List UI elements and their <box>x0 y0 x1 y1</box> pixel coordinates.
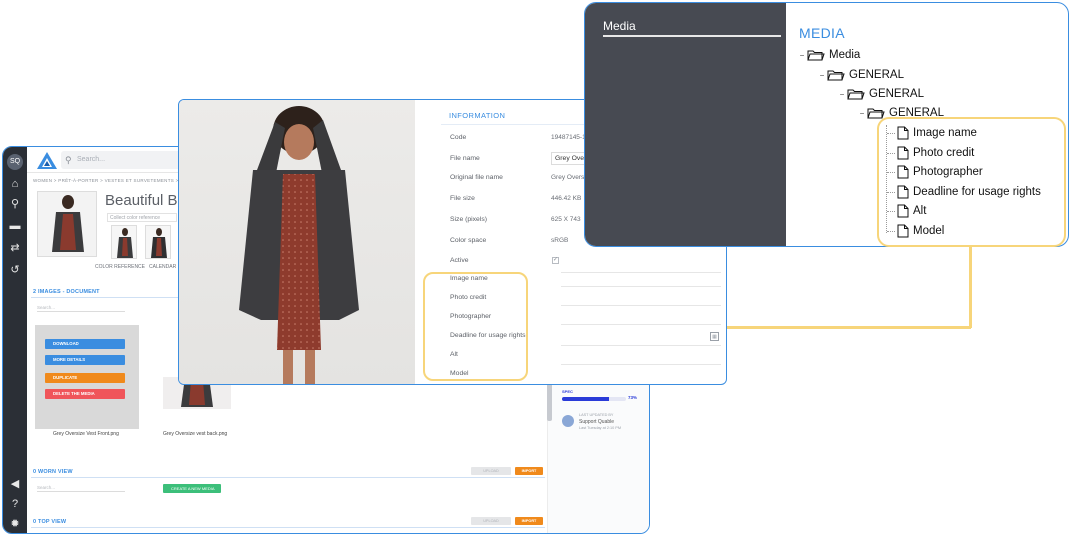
folder-open-icon <box>847 89 865 100</box>
images-search-input[interactable]: Search... <box>37 303 125 312</box>
information-section-title: INFORMATION <box>449 111 506 120</box>
spec-label: SPEC <box>562 389 573 394</box>
import-button[interactable]: IMPORT <box>515 467 543 475</box>
model-input[interactable] <box>561 364 721 365</box>
last-updated-label: LAST UPDATED BY <box>579 413 614 417</box>
search-icon[interactable]: ⚲ <box>8 197 22 211</box>
calendar-icon[interactable]: ▦ <box>710 332 719 341</box>
create-media-button[interactable]: CREATE A NEW MEDIA <box>163 484 221 493</box>
home-icon[interactable]: ⌂ <box>8 177 22 191</box>
image-caption-back: Grey Oversize vest back.png <box>163 431 228 437</box>
upload-button[interactable]: UPLOAD <box>471 467 511 475</box>
field-label-original-file-name: Original file name <box>450 174 503 181</box>
worn-view-search-input[interactable]: Search... <box>37 483 125 492</box>
media-preview-image[interactable] <box>179 100 415 384</box>
images-section-title[interactable]: 2 IMAGES - DOCUMENT <box>33 289 100 295</box>
collapse-icon[interactable]: − <box>857 109 867 118</box>
upload-button[interactable]: UPLOAD <box>471 517 511 525</box>
collapse-icon[interactable]: − <box>797 51 807 60</box>
image-caption-front: Grey Oversize Vest Front.png <box>53 431 119 437</box>
collapse-icon[interactable]: − <box>837 90 847 99</box>
download-button[interactable]: DOWNLOAD <box>45 339 125 349</box>
folder-icon[interactable]: ▬ <box>8 219 22 233</box>
delete-media-button[interactable]: DELETE THE MEDIA <box>45 389 125 399</box>
field-label-file-size: File size <box>450 195 475 202</box>
composite-stage: SQ ⌂ ⚲ ▬ ⇄ ↺ ◀ ? ✹ ⚲ Search... WOMEN > P… <box>0 0 1070 537</box>
last-updated-time: Last Tuesday at 2:10 PM <box>579 426 622 430</box>
global-search-input[interactable]: ⚲ Search... <box>61 151 191 169</box>
field-value-code: 19487145-1 <box>551 134 586 141</box>
field-label-file-name: File name <box>450 155 480 162</box>
product-thumbnail[interactable] <box>145 225 171 259</box>
photo-credit-input[interactable] <box>561 286 721 287</box>
section-divider <box>31 527 545 528</box>
field-value-size-pixels: 625 X 743 <box>551 216 581 223</box>
thumb-label-calendar: CALENDAR <box>149 264 177 270</box>
product-subtitle-field[interactable]: Collect color reference <box>107 213 177 222</box>
photographer-input[interactable] <box>561 305 721 306</box>
panel-divider <box>603 35 781 37</box>
history-icon[interactable]: ↺ <box>8 263 22 277</box>
tree-node-media[interactable]: − Media <box>797 46 861 64</box>
field-value-file-size: 446.42 KB <box>551 195 582 202</box>
help-icon[interactable]: ? <box>8 497 22 511</box>
info-side-panel: SPEC 73% LAST UPDATED BY Support Quable … <box>547 373 649 533</box>
product-main-image[interactable] <box>37 191 97 257</box>
folder-open-icon <box>827 70 845 81</box>
media-panel-title[interactable]: Media <box>603 19 636 33</box>
duplicate-button[interactable]: DUPLICATE <box>45 373 125 383</box>
user-badge[interactable]: SQ <box>7 154 23 170</box>
left-nav-rail: SQ ⌂ ⚲ ▬ ⇄ ↺ ◀ ? ✹ <box>3 147 27 533</box>
alt-input[interactable] <box>561 345 721 346</box>
progress-fill <box>562 397 609 401</box>
connector-line <box>969 247 972 328</box>
folder-open-icon <box>807 50 825 61</box>
swap-icon[interactable]: ⇄ <box>8 241 22 255</box>
more-details-button[interactable]: MORE DETAILS <box>45 355 125 365</box>
media-tree-heading: MEDIA <box>799 25 845 41</box>
avatar <box>562 415 574 427</box>
import-button[interactable]: IMPORT <box>515 517 543 525</box>
section-divider <box>31 477 545 478</box>
field-label-code: Code <box>450 134 467 141</box>
progress-percent: 73% <box>628 395 638 400</box>
field-value-color-space: sRGB <box>551 237 569 244</box>
image-name-input[interactable] <box>561 272 721 273</box>
active-checkbox[interactable]: ✓ <box>552 257 559 264</box>
completion-progress-bar <box>562 397 626 401</box>
tree-node-general[interactable]: − GENERAL <box>837 85 924 103</box>
highlight-tree-leaves <box>877 117 1066 247</box>
search-icon: ⚲ <box>65 155 72 165</box>
product-thumbnail[interactable] <box>111 225 137 259</box>
tree-node-general[interactable]: − GENERAL <box>817 66 904 84</box>
field-label-active: Active <box>450 257 469 264</box>
collapse-icon[interactable]: − <box>817 71 827 80</box>
product-title: Beautiful Bl <box>105 192 181 209</box>
folder-open-icon <box>867 108 885 119</box>
deadline-input[interactable] <box>561 324 721 325</box>
highlight-custom-fields <box>423 272 528 381</box>
megaphone-icon[interactable]: ◀ <box>8 477 22 491</box>
media-side-panel: Media <box>585 3 786 246</box>
field-label-color-space: Color space <box>450 237 487 244</box>
thumb-label-color-reference: COLOR REFERENCE <box>95 264 146 270</box>
worn-view-section-title[interactable]: 0 WORN VIEW <box>33 469 73 475</box>
field-label-size-pixels: Size (pixels) <box>450 216 488 223</box>
last-updated-user: Support Quable <box>579 419 615 425</box>
settings-icon[interactable]: ✹ <box>8 517 22 531</box>
brand-logo-icon <box>37 152 57 169</box>
top-view-section-title[interactable]: 0 TOP VIEW <box>33 519 66 525</box>
